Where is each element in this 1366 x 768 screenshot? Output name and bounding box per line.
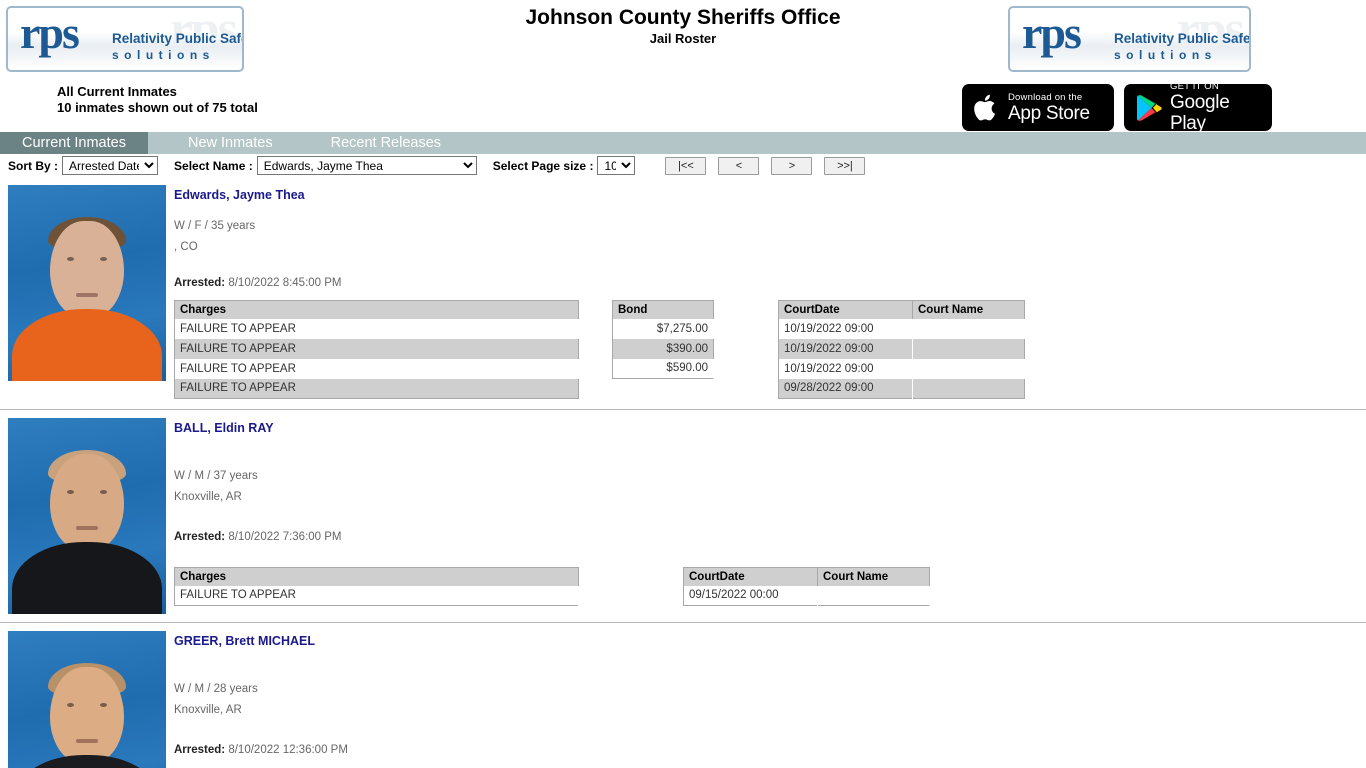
inmate-location: Knoxville, AR xyxy=(174,704,242,716)
mugshot-photo[interactable] xyxy=(8,185,166,381)
app-store-small-label: Download on the xyxy=(1008,91,1083,103)
rps-wordmark-right: rps xyxy=(1022,7,1082,58)
charges-header: Charges xyxy=(174,300,579,319)
summary-line-1: All Current Inmates xyxy=(57,84,177,99)
inmate-roster: Edwards, Jayme Thea W / F / 35 years , C… xyxy=(0,177,1366,768)
bond-cell: $390.00 xyxy=(612,338,714,359)
arrested-label: Arrested: xyxy=(174,277,226,289)
previous-page-button[interactable]: < xyxy=(718,156,760,175)
inmate-details: GREER, Brett MICHAEL W / M / 28 years Kn… xyxy=(166,623,1366,768)
sort-by-select[interactable]: Arrested Date xyxy=(62,156,159,175)
roster-toolbar: Sort By : Arrested Date Select Name : Ed… xyxy=(0,154,1366,177)
sort-by-label: Sort By : xyxy=(8,158,59,173)
tab-bar: Current Inmates New Inmates Recent Relea… xyxy=(0,132,1366,154)
arrested-value: 8/10/2022 12:36:00 PM xyxy=(228,744,348,756)
arrested-label: Arrested: xyxy=(174,744,226,756)
first-page-button[interactable]: |<< xyxy=(665,156,707,175)
tab-recent-releases[interactable]: Recent Releases xyxy=(315,132,457,154)
inmate-tables: Charges FAILURE TO APPEAR CourtDate Cour… xyxy=(174,567,1366,606)
court-table: CourtDate Court Name 09/15/2022 00:00 xyxy=(683,567,930,606)
bond-table: Bond $7,275.00 $390.00 $590.00 xyxy=(612,300,714,379)
rps-logo-right[interactable]: rps rps Relativity Public Safety solutio… xyxy=(1008,6,1251,72)
court-name-cell xyxy=(817,585,930,606)
arrested-info: Arrested: 8/10/2022 8:45:00 PM xyxy=(174,276,1366,290)
court-name-cell xyxy=(912,378,1025,399)
mugshot-photo[interactable] xyxy=(8,631,166,768)
inmate-race-sex-age: W / M / 37 years xyxy=(174,470,258,482)
app-store-badge[interactable]: Download on the App Store xyxy=(962,84,1114,131)
page-size-label: Select Page size : xyxy=(492,158,594,173)
google-play-big-label: Google Play xyxy=(1170,92,1230,134)
inmate-details: BALL, Eldin RAY W / M / 37 years Knoxvil… xyxy=(166,410,1366,622)
court-table: CourtDate Court Name 10/19/2022 09:00 10… xyxy=(778,300,1025,399)
bond-cell: $590.00 xyxy=(612,358,714,379)
court-date-cell: 10/19/2022 09:00 xyxy=(778,338,913,359)
court-name-cell xyxy=(912,318,1025,339)
apple-icon xyxy=(974,93,1000,123)
next-page-button[interactable]: > xyxy=(771,156,813,175)
tab-new-inmates[interactable]: New Inmates xyxy=(172,132,289,154)
roster-summary: All Current Inmates 10 inmates shown out… xyxy=(57,84,258,116)
select-name-select[interactable]: Edwards, Jayme Thea xyxy=(256,156,477,175)
charges-table: Charges FAILURE TO APPEAR xyxy=(174,567,579,606)
charge-cell: FAILURE TO APPEAR xyxy=(174,378,579,399)
bond-header: Bond xyxy=(612,300,714,319)
inmate-name-link[interactable]: Edwards, Jayme Thea xyxy=(174,187,1366,203)
court-date-cell: 09/28/2022 09:00 xyxy=(778,378,913,399)
select-name-label: Select Name : xyxy=(174,158,253,173)
court-name-cell xyxy=(912,358,1025,379)
charge-cell: FAILURE TO APPEAR xyxy=(174,585,579,606)
inmate-record: GREER, Brett MICHAEL W / M / 28 years Kn… xyxy=(0,623,1366,768)
court-date-cell: 10/19/2022 09:00 xyxy=(778,318,913,339)
charges-table: Charges FAILURE TO APPEAR FAILURE TO APP… xyxy=(174,300,579,399)
mugshot-photo[interactable] xyxy=(8,418,166,614)
charge-cell: FAILURE TO APPEAR xyxy=(174,338,579,359)
arrested-info: Arrested: 8/10/2022 7:36:00 PM xyxy=(174,530,1366,544)
arrested-value: 8/10/2022 8:45:00 PM xyxy=(228,277,342,289)
charges-header: Charges xyxy=(174,567,579,586)
arrested-info: Arrested: 8/10/2022 12:36:00 PM xyxy=(174,743,1366,757)
page-size-select[interactable]: 10 xyxy=(597,156,636,175)
court-name-header: Court Name xyxy=(912,300,1025,319)
inmate-location: Knoxville, AR xyxy=(174,491,242,503)
charge-cell: FAILURE TO APPEAR xyxy=(174,358,579,379)
court-name-cell xyxy=(912,338,1025,359)
inmate-race-sex-age: W / F / 35 years xyxy=(174,220,256,232)
tab-current-inmates[interactable]: Current Inmates xyxy=(0,132,148,154)
last-page-button[interactable]: >>| xyxy=(824,156,866,175)
inmate-race-sex-age: W / M / 28 years xyxy=(174,683,258,695)
rps-tagline-line2-right: solutions xyxy=(1114,48,1217,62)
court-name-header: Court Name xyxy=(817,567,930,586)
store-badges: Download on the App Store GET IT ON Goog… xyxy=(962,81,1272,134)
court-date-header: CourtDate xyxy=(683,567,818,586)
inmate-location: , CO xyxy=(174,241,198,253)
inmate-details: Edwards, Jayme Thea W / F / 35 years , C… xyxy=(166,177,1366,409)
google-play-small-label: GET IT ON xyxy=(1170,81,1219,92)
court-date-cell: 10/19/2022 09:00 xyxy=(778,358,913,379)
google-play-icon xyxy=(1136,94,1162,122)
inmate-name-link[interactable]: GREER, Brett MICHAEL xyxy=(174,633,1366,649)
google-play-badge[interactable]: GET IT ON Google Play xyxy=(1124,81,1272,134)
inmate-name-link[interactable]: BALL, Eldin RAY xyxy=(174,420,1366,436)
arrested-value: 8/10/2022 7:36:00 PM xyxy=(228,531,342,543)
inmate-demographics: W / M / 28 years Knoxville, AR xyxy=(174,679,1366,721)
page-header: rps rps Relativity Public Safety solutio… xyxy=(0,0,1366,134)
pagination-controls: |<< < > >>| xyxy=(665,156,866,175)
rps-tagline-line1-right: Relativity Public Safety xyxy=(1114,31,1251,46)
inmate-record: BALL, Eldin RAY W / M / 37 years Knoxvil… xyxy=(0,410,1366,623)
inmate-tables: Charges FAILURE TO APPEAR FAILURE TO APP… xyxy=(174,300,1366,399)
inmate-demographics: W / F / 35 years , CO xyxy=(174,216,1366,258)
app-store-big-label: App Store xyxy=(1008,102,1090,124)
arrested-label: Arrested: xyxy=(174,531,226,543)
summary-line-2: 10 inmates shown out of 75 total xyxy=(57,100,258,115)
court-date-header: CourtDate xyxy=(778,300,913,319)
bond-cell: $7,275.00 xyxy=(612,318,714,339)
inmate-record: Edwards, Jayme Thea W / F / 35 years , C… xyxy=(0,177,1366,410)
court-date-cell: 09/15/2022 00:00 xyxy=(683,585,818,606)
rps-tagline-line2: solutions xyxy=(112,48,215,62)
charge-cell: FAILURE TO APPEAR xyxy=(174,318,579,339)
inmate-demographics: W / M / 37 years Knoxville, AR xyxy=(174,466,1366,508)
